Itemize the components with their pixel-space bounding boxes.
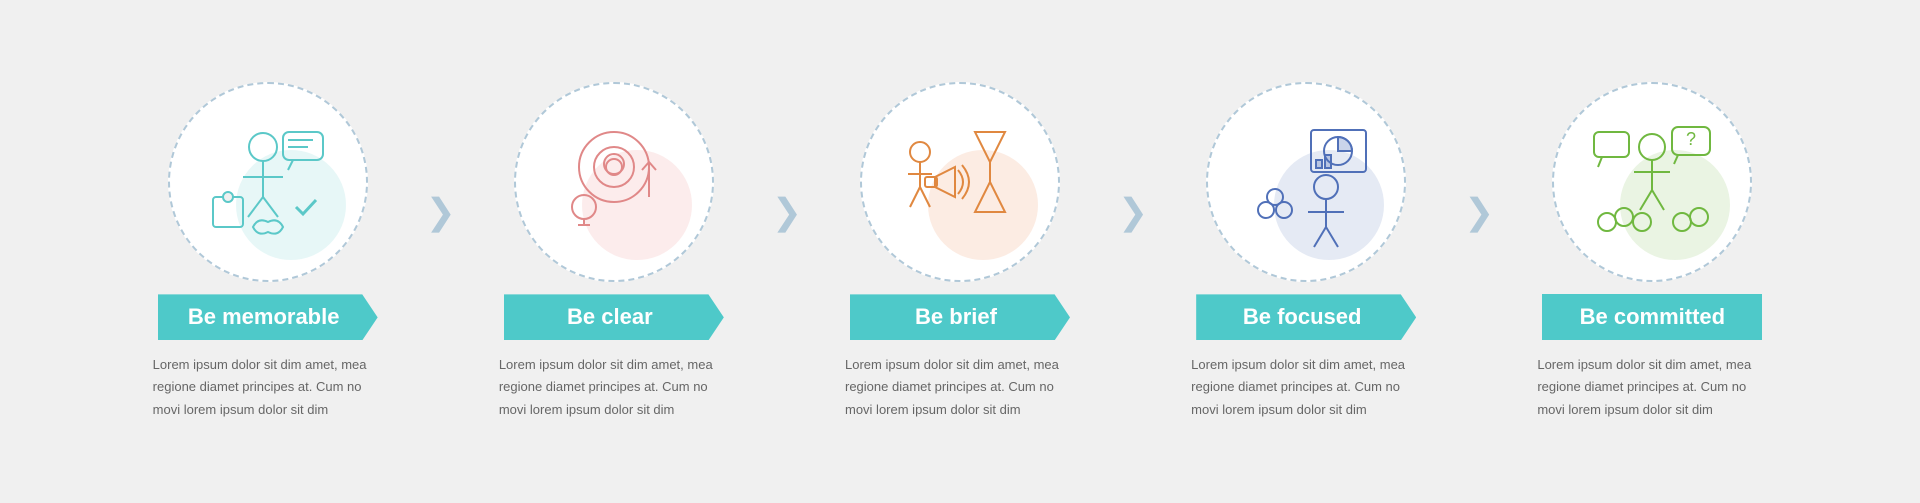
chevron-1: ❯ [426,191,456,233]
description-focused: Lorem ipsum dolor sit dim amet, mea regi… [1186,354,1426,420]
label-focused: Be focused [1196,294,1416,340]
item-wrapper-clear: Be clear Lorem ipsum dolor sit dim amet,… [464,82,810,420]
item-brief: Be brief Lorem ipsum dolor sit dim amet,… [810,82,1110,420]
label-clear: Be clear [504,294,724,340]
item-wrapper-brief: Be brief Lorem ipsum dolor sit dim amet,… [810,82,1156,420]
circle-focused [1206,82,1406,282]
item-clear: Be clear Lorem ipsum dolor sit dim amet,… [464,82,764,420]
chevron-3: ❯ [1118,191,1148,233]
description-memorable: Lorem ipsum dolor sit dim amet, mea regi… [148,354,388,420]
item-wrapper-committed: ? Be committed [1502,82,1802,420]
item-memorable: Be memorable Lorem ipsum dolor sit dim a… [118,82,418,420]
icon-focused [1226,102,1386,262]
label-committed: Be committed [1542,294,1762,340]
label-bg-memorable: Be memorable [158,294,378,340]
label-bg-committed: Be committed [1542,294,1762,340]
label-bg-focused: Be focused [1196,294,1416,340]
icon-brief [880,102,1040,262]
svg-text:?: ? [1686,129,1696,149]
label-brief: Be brief [850,294,1070,340]
circle-memorable [168,82,368,282]
item-committed: ? Be committed [1502,82,1802,420]
item-wrapper-memorable: Be memorable Lorem ipsum dolor sit dim a… [118,82,464,420]
circle-brief [860,82,1060,282]
label-bg-clear: Be clear [504,294,724,340]
chevron-4: ❯ [1464,191,1494,233]
label-memorable: Be memorable [158,294,378,340]
description-brief: Lorem ipsum dolor sit dim amet, mea regi… [840,354,1080,420]
circle-committed: ? [1552,82,1752,282]
icon-memorable [188,102,348,262]
circle-clear [514,82,714,282]
item-focused: Be focused Lorem ipsum dolor sit dim ame… [1156,82,1456,420]
infographic: Be memorable Lorem ipsum dolor sit dim a… [0,52,1920,450]
icon-committed: ? [1572,102,1732,262]
icon-clear [534,102,694,262]
item-wrapper-focused: Be focused Lorem ipsum dolor sit dim ame… [1156,82,1502,420]
description-clear: Lorem ipsum dolor sit dim amet, mea regi… [494,354,734,420]
label-bg-brief: Be brief [850,294,1070,340]
chevron-2: ❯ [772,191,802,233]
description-committed: Lorem ipsum dolor sit dim amet, mea regi… [1532,354,1772,420]
